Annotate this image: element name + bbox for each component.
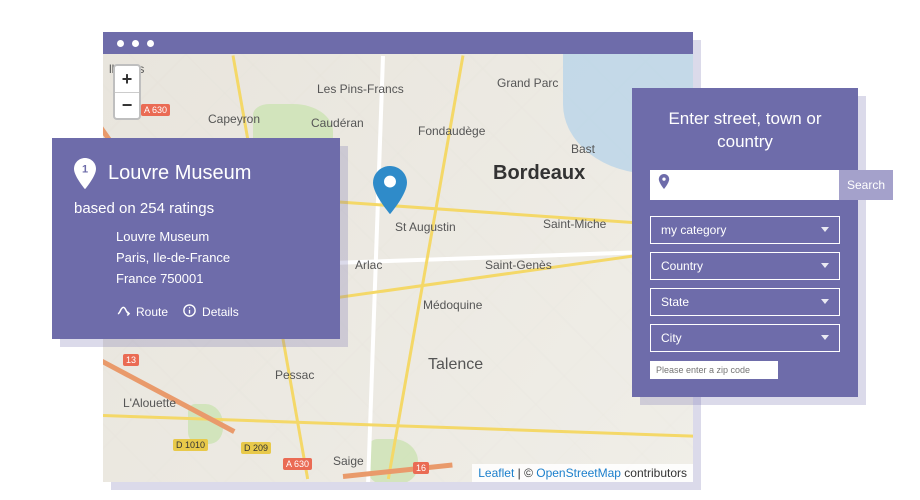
attribution-tail: contributors: [621, 466, 687, 480]
details-button[interactable]: Details: [182, 303, 239, 321]
place-address: Louvre Museum Paris, Ile-de-France Franc…: [116, 227, 318, 289]
route-icon: [116, 303, 131, 321]
city-label: Les Pins-Francs: [317, 82, 404, 96]
window-dot: [117, 40, 124, 47]
place-details-panel: 1 Louvre Museum based on 254 ratings Lou…: [52, 138, 340, 339]
road-shield: 16: [413, 462, 429, 474]
osm-link[interactable]: OpenStreetMap: [536, 466, 621, 480]
svg-text:1: 1: [82, 164, 88, 176]
ratings-line: based on 254 ratings: [74, 200, 318, 217]
zoom-in-button[interactable]: +: [115, 66, 139, 92]
map-marker-icon[interactable]: [373, 166, 407, 214]
zip-input[interactable]: [650, 361, 778, 379]
leaflet-link[interactable]: Leaflet: [478, 466, 514, 480]
city-label: Talence: [428, 356, 483, 374]
location-pin-icon: [658, 174, 670, 195]
place-title: Louvre Museum: [108, 162, 251, 185]
search-input[interactable]: [676, 178, 831, 192]
map-attribution: Leaflet | © OpenStreetMap contributors: [472, 464, 693, 482]
window-dot: [132, 40, 139, 47]
zoom-out-button[interactable]: −: [115, 92, 139, 118]
dropdown-label: State: [661, 295, 689, 309]
details-label: Details: [202, 305, 239, 319]
attribution-sep: | ©: [514, 466, 536, 480]
city-label: St Augustin: [395, 220, 456, 234]
city-label: Médoquine: [423, 298, 482, 312]
search-panel: Enter street, town or country Search my …: [632, 88, 858, 397]
city-label-bordeaux: Bordeaux: [493, 162, 585, 185]
address-line: France 750001: [116, 269, 318, 290]
address-line: Paris, Ile-de-France: [116, 248, 318, 269]
window-titlebar: [103, 32, 693, 54]
state-dropdown[interactable]: State: [650, 288, 840, 316]
window-dot: [147, 40, 154, 47]
dropdown-label: City: [661, 331, 682, 345]
category-dropdown[interactable]: my category: [650, 216, 840, 244]
city-label: Pessac: [275, 368, 314, 382]
route-button[interactable]: Route: [116, 303, 168, 321]
dropdown-label: Country: [661, 259, 703, 273]
chevron-down-icon: [821, 335, 829, 340]
road-shield: 13: [123, 354, 139, 366]
chevron-down-icon: [821, 227, 829, 232]
zoom-control: + −: [113, 64, 141, 120]
chevron-down-icon: [821, 299, 829, 304]
route-label: Route: [136, 305, 168, 319]
search-panel-title: Enter street, town or country: [650, 108, 840, 154]
chevron-down-icon: [821, 263, 829, 268]
city-label: Grand Parc: [497, 76, 558, 90]
road-shield: D 1010: [173, 439, 208, 451]
city-dropdown[interactable]: City: [650, 324, 840, 352]
dropdown-label: my category: [661, 223, 726, 237]
city-label: Saige: [333, 454, 364, 468]
road-shield: A 630: [141, 104, 170, 116]
road-shield: A 630: [283, 458, 312, 470]
search-button[interactable]: Search: [839, 170, 893, 200]
country-dropdown[interactable]: Country: [650, 252, 840, 280]
rank-pin-icon: 1: [74, 158, 96, 188]
road-shield: D 209: [241, 442, 271, 454]
info-icon: [182, 303, 197, 321]
address-line: Louvre Museum: [116, 227, 318, 248]
search-box: [650, 170, 839, 200]
